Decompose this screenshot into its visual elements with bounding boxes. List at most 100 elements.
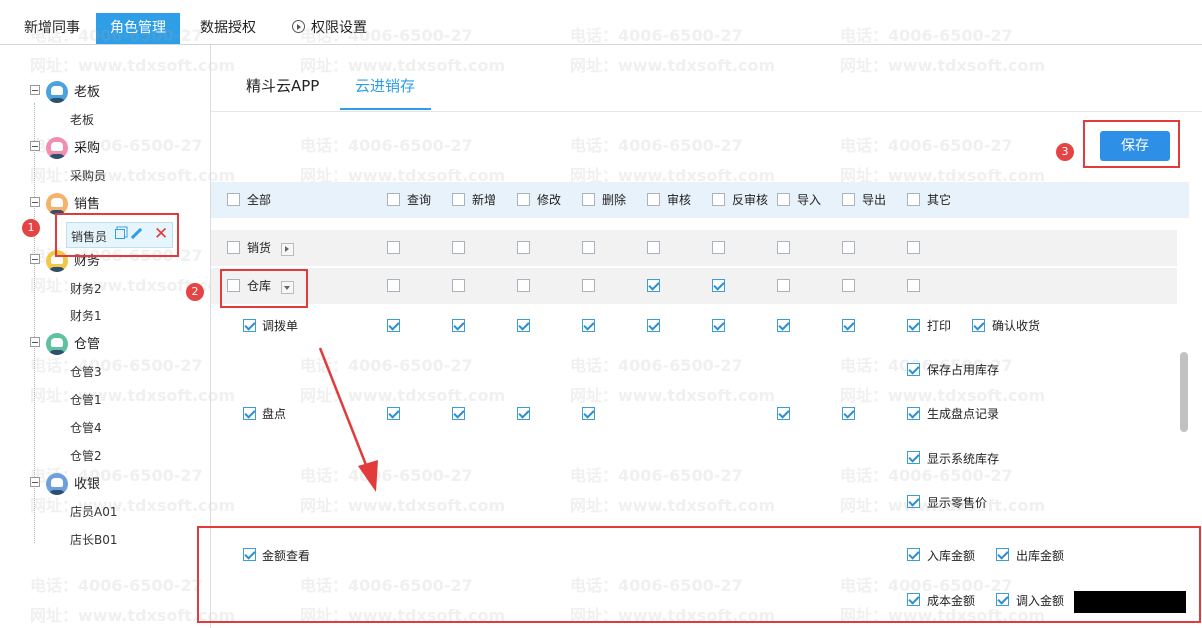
collapse-icon[interactable]: [30, 197, 40, 207]
tree-group-purchase[interactable]: 采购: [30, 137, 100, 161]
sales-row-checkbox[interactable]: [227, 241, 240, 254]
perm-checkbox[interactable]: [517, 279, 530, 292]
perm-checkbox[interactable]: [907, 241, 920, 254]
tree-item-purchaser[interactable]: 采购员: [70, 166, 106, 186]
watermark-site: 网址：www.tdxsoft.com: [840, 386, 1046, 405]
watermark-phone: 电话：4006-6500-27: [840, 136, 1013, 155]
header-label: 删除: [602, 193, 627, 207]
show-retail-price-checkbox[interactable]: [907, 495, 920, 508]
perm-checkbox[interactable]: [907, 279, 920, 292]
perm-checkbox-checked[interactable]: [517, 319, 530, 332]
perm-checkbox[interactable]: [517, 241, 530, 254]
tab-permission-settings[interactable]: 权限设置: [278, 13, 381, 44]
confirm-receipt-checkbox[interactable]: [972, 319, 985, 332]
perm-checkbox-checked[interactable]: [842, 319, 855, 332]
tree-item-manager-b01[interactable]: 店长B01: [70, 530, 118, 550]
perm-checkbox[interactable]: [582, 241, 595, 254]
other-col-checkbox[interactable]: [907, 193, 920, 206]
perm-checkbox[interactable]: [582, 279, 595, 292]
perm-checkbox-checked[interactable]: [387, 319, 400, 332]
collapse-icon[interactable]: [30, 141, 40, 151]
header-label: 修改: [537, 193, 562, 207]
gen-stocktake-record-checkbox[interactable]: [907, 407, 920, 420]
perm-checkbox-checked[interactable]: [842, 407, 855, 420]
show-system-stock-checkbox[interactable]: [907, 451, 920, 464]
perm-checkbox[interactable]: [777, 279, 790, 292]
perm-checkbox[interactable]: [842, 279, 855, 292]
tree-item-warehouse2[interactable]: 仓管2: [70, 446, 102, 466]
tree-group-label: 仓管: [74, 337, 101, 352]
perm-checkbox-checked[interactable]: [452, 319, 465, 332]
perm-checkbox[interactable]: [387, 241, 400, 254]
vertical-scrollbar[interactable]: [1180, 352, 1188, 432]
tree-item-finance2[interactable]: 财务2: [70, 279, 102, 299]
perm-checkbox[interactable]: [452, 279, 465, 292]
tab-data-authorization[interactable]: 数据授权: [186, 13, 270, 44]
tree-group-label: 销售: [74, 197, 101, 212]
transfer-row-checkbox[interactable]: [243, 319, 256, 332]
header-label: 导入: [797, 193, 822, 207]
tab-role-management[interactable]: 角色管理: [96, 13, 180, 44]
tree-item-clerk-a01[interactable]: 店员A01: [70, 502, 117, 522]
tree-group-boss[interactable]: 老板: [30, 81, 100, 105]
add-col-checkbox[interactable]: [452, 193, 465, 206]
watermark-phone: 电话：4006-6500-27: [300, 136, 473, 155]
tree-group-label: 收银: [74, 477, 101, 492]
tab-jingdouyun-app[interactable]: 精斗云APP: [246, 75, 319, 96]
print-checkbox[interactable]: [907, 319, 920, 332]
select-all-checkbox[interactable]: [227, 193, 240, 206]
step-badge-1: 1: [22, 219, 40, 237]
import-col-checkbox[interactable]: [777, 193, 790, 206]
collapse-icon[interactable]: [30, 337, 40, 347]
tree-group-cashier[interactable]: 收银: [30, 473, 100, 497]
show-retail-price-label: 显示零售价: [927, 496, 988, 510]
collapse-icon[interactable]: [30, 254, 40, 264]
save-occupied-stock-label: 保存占用库存: [927, 363, 1000, 377]
perm-checkbox-checked[interactable]: [452, 407, 465, 420]
role-avatar-icon: [46, 333, 68, 355]
header-label: 全部: [247, 193, 272, 207]
play-circle-icon: [292, 20, 305, 33]
perm-checkbox-checked[interactable]: [517, 407, 530, 420]
stocktake-row-checkbox[interactable]: [243, 407, 256, 420]
perm-checkbox[interactable]: [777, 241, 790, 254]
step-badge-3: 3: [1056, 143, 1074, 161]
query-col-checkbox[interactable]: [387, 193, 400, 206]
perm-checkbox[interactable]: [452, 241, 465, 254]
perm-checkbox-checked[interactable]: [647, 319, 660, 332]
highlight-box-warehouse: [220, 269, 308, 308]
perm-checkbox[interactable]: [387, 279, 400, 292]
perm-checkbox[interactable]: [647, 241, 660, 254]
perm-checkbox-checked[interactable]: [582, 407, 595, 420]
tree-group-warehouse[interactable]: 仓管: [30, 333, 100, 357]
perm-checkbox[interactable]: [712, 241, 725, 254]
tree-item-warehouse3[interactable]: 仓管3: [70, 362, 102, 382]
perm-checkbox-checked[interactable]: [582, 319, 595, 332]
header-label: 新增: [472, 193, 497, 207]
expand-right-icon[interactable]: [281, 243, 294, 256]
modify-col-checkbox[interactable]: [517, 193, 530, 206]
perm-checkbox-checked[interactable]: [777, 407, 790, 420]
delete-col-checkbox[interactable]: [582, 193, 595, 206]
perm-checkbox-checked[interactable]: [712, 319, 725, 332]
audit-col-checkbox[interactable]: [647, 193, 660, 206]
perm-checkbox-checked[interactable]: [712, 279, 725, 292]
perm-checkbox[interactable]: [842, 241, 855, 254]
perm-checkbox-checked[interactable]: [777, 319, 790, 332]
tab-cloud-inventory[interactable]: 云进销存: [355, 75, 415, 96]
tree-item-boss[interactable]: 老板: [70, 110, 94, 130]
tab-add-colleague[interactable]: 新增同事: [10, 13, 94, 44]
header-label: 查询: [407, 193, 432, 207]
tree-item-warehouse1[interactable]: 仓管1: [70, 390, 102, 410]
perm-checkbox-checked[interactable]: [647, 279, 660, 292]
watermark-phone: 电话：4006-6500-27: [570, 466, 743, 485]
permission-header-row: [211, 182, 1189, 218]
unaudit-col-checkbox[interactable]: [712, 193, 725, 206]
save-occupied-stock-checkbox[interactable]: [907, 363, 920, 376]
tree-item-finance1[interactable]: 财务1: [70, 306, 102, 326]
collapse-icon[interactable]: [30, 85, 40, 95]
tree-item-warehouse4[interactable]: 仓管4: [70, 418, 102, 438]
header-label: 其它: [927, 193, 952, 207]
export-col-checkbox[interactable]: [842, 193, 855, 206]
collapse-icon[interactable]: [30, 477, 40, 487]
